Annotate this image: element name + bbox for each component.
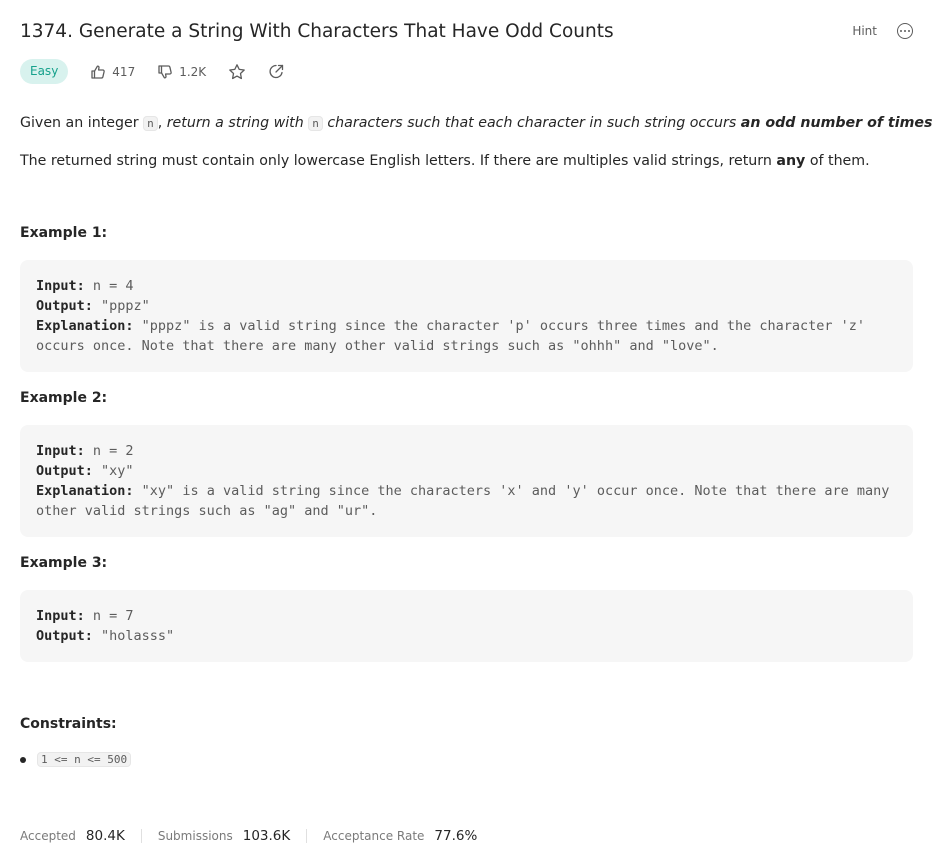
problem-title: 1374. Generate a String With Characters … xyxy=(20,21,614,42)
divider xyxy=(140,829,142,843)
more-icon[interactable] xyxy=(897,23,913,39)
inline-code: n xyxy=(143,116,158,131)
accepted-value: 80.4K xyxy=(85,828,125,844)
constraints-title: Constraints: xyxy=(20,716,117,732)
bullet xyxy=(20,756,26,763)
inline-code: n xyxy=(308,116,323,131)
acceptance-rate-label: Acceptance Rate xyxy=(323,829,425,843)
like-count: 417 xyxy=(112,64,136,79)
difficulty-badge: Easy xyxy=(20,59,69,84)
favorite-button[interactable] xyxy=(228,63,246,81)
hint-button[interactable]: Hint xyxy=(852,24,877,38)
acceptance-rate-value: 77.6% xyxy=(434,828,478,844)
constraints-list: 1 <= n <= 500 xyxy=(20,752,132,767)
example-code-block: Input: n = 7 Output: "holasss" xyxy=(20,590,913,662)
dislike-button[interactable]: 1.2K xyxy=(157,64,206,80)
divider xyxy=(306,829,308,843)
inline-code: 1 <= n <= 500 xyxy=(37,752,132,767)
top-actions: Hint xyxy=(852,23,913,39)
submissions-label: Submissions xyxy=(157,829,233,843)
example-code-block: Input: n = 2 Output: "xy" Explanation: "… xyxy=(20,425,913,537)
example-title: Example 1: xyxy=(20,225,108,241)
star-icon xyxy=(229,63,246,79)
thumbs-down-icon xyxy=(158,64,172,79)
thumbs-up-icon xyxy=(91,64,106,79)
statement-paragraph: Given an integer n, return a string with… xyxy=(20,115,933,131)
constraint-item: 1 <= n <= 500 xyxy=(20,752,132,767)
dislike-count: 1.2K xyxy=(179,64,207,79)
problem-statement: Given an integer n, return a string with… xyxy=(20,112,933,172)
submissions-value: 103.6K xyxy=(242,828,291,844)
statement-paragraph: The returned string must contain only lo… xyxy=(20,153,870,169)
example-title: Example 3: xyxy=(20,555,108,571)
stats-bar: Accepted 80.4K Submissions 103.6K Accept… xyxy=(20,828,477,844)
share-icon xyxy=(269,64,284,79)
like-button[interactable]: 417 xyxy=(90,64,135,80)
example-code-block: Input: n = 4 Output: "pppz" Explanation:… xyxy=(20,260,913,372)
example-title: Example 2: xyxy=(20,390,108,406)
share-button[interactable] xyxy=(268,63,285,80)
accepted-label: Accepted xyxy=(20,829,76,843)
meta-row: Easy 417 1.2K xyxy=(20,59,285,84)
